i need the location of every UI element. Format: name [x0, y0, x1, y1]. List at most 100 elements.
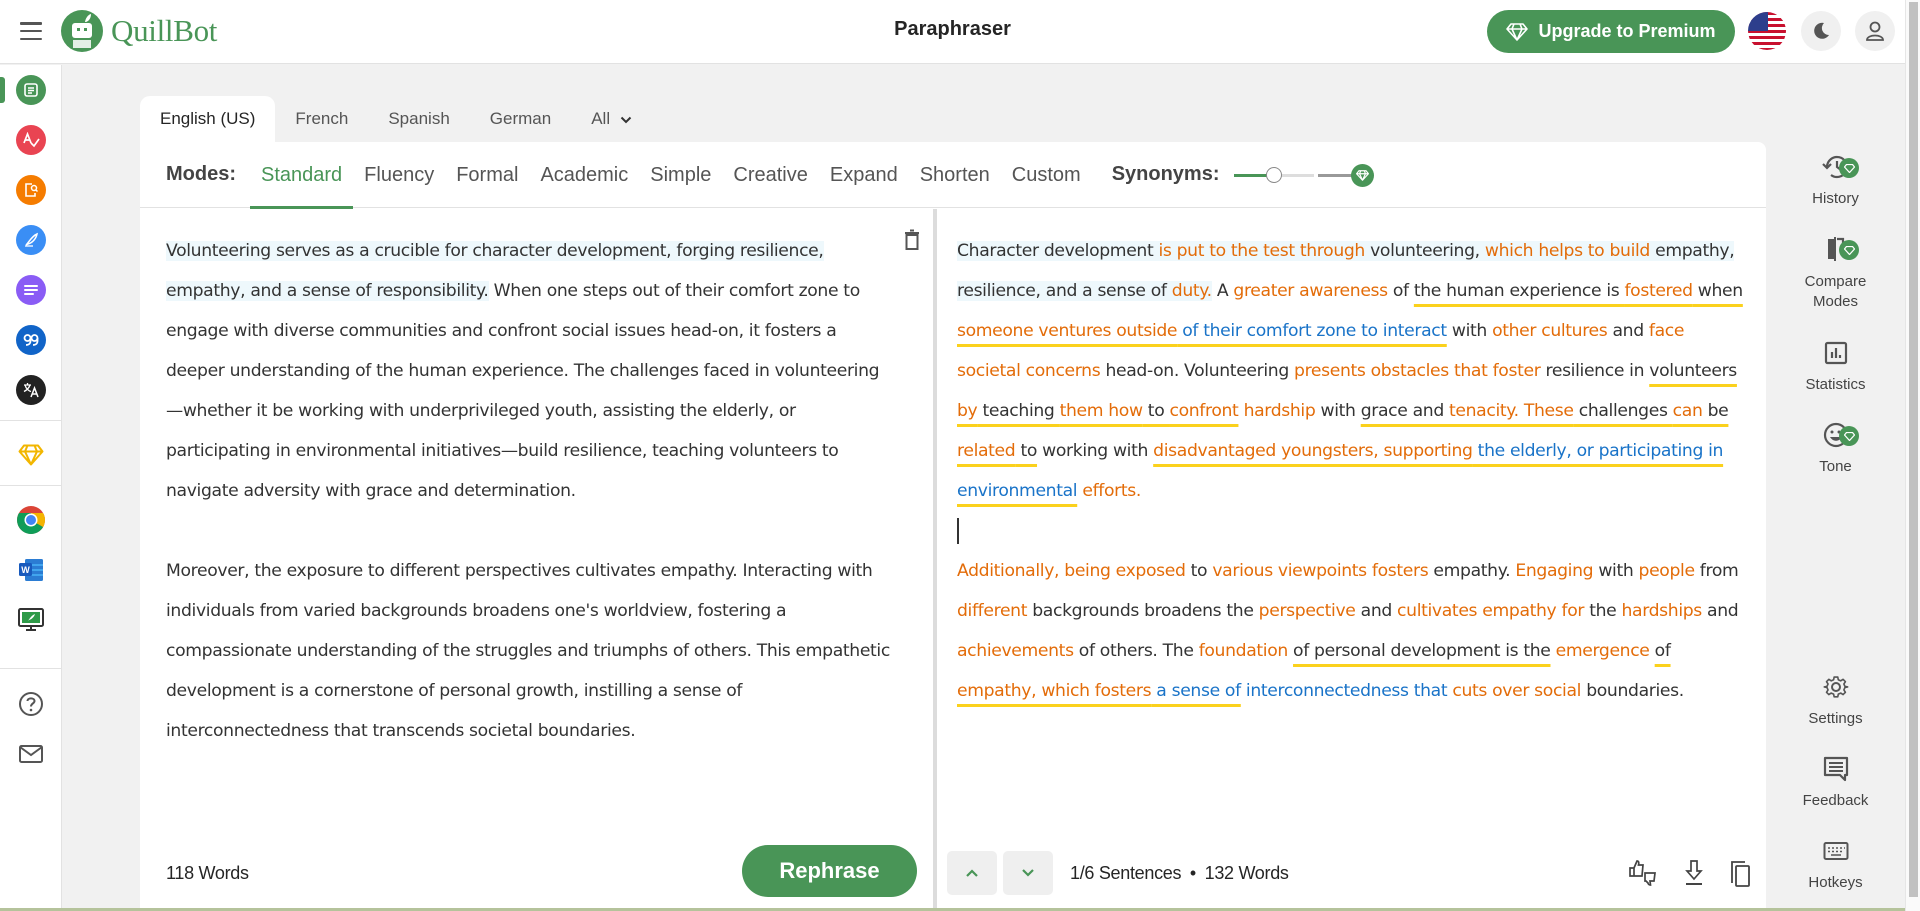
changed-word[interactable]: hardship [1244, 401, 1316, 421]
changed-word[interactable]: emergence [1556, 641, 1650, 661]
changed-word[interactable]: perspective [1259, 601, 1356, 621]
tool-tone[interactable]: Tone [1766, 420, 1905, 475]
output-paragraph[interactable]: Character development is put to the test… [957, 231, 1747, 511]
sidebar-item-translator[interactable] [16, 375, 46, 405]
changed-word[interactable]: different [957, 601, 1027, 621]
mode-fluency[interactable]: Fluency [353, 142, 445, 208]
sidebar-item-citation-generator[interactable] [16, 325, 46, 355]
editor-panels: Modes: Standard Fluency Formal Academic … [140, 142, 1766, 911]
changed-word[interactable]: foundation [1199, 641, 1289, 661]
rephrase-button[interactable]: Rephrase [742, 845, 917, 897]
changed-word[interactable]: which helps to build [1484, 241, 1650, 261]
synonyms-slider[interactable] [1233, 160, 1374, 190]
structural-change[interactable]: a sense of [1151, 681, 1241, 701]
sidebar-item-premium[interactable] [16, 440, 46, 470]
sidebar-item-chrome-extension[interactable] [16, 505, 46, 535]
sidebar-item-summarizer[interactable] [16, 275, 46, 305]
sidebar-item-desktop-app[interactable] [16, 605, 46, 635]
rate-paraphrase-button[interactable] [1628, 859, 1660, 892]
diamond-icon [1506, 22, 1529, 41]
changed-word[interactable]: other cultures [1492, 321, 1608, 341]
premium-badge-icon [1839, 158, 1859, 178]
chevron-down-icon [1022, 869, 1034, 877]
input-paragraph[interactable]: Moreover, the exposure to different pers… [166, 551, 896, 751]
export-button[interactable] [1683, 859, 1705, 892]
changed-word[interactable]: disadvantaged youngsters, supporting [1153, 441, 1473, 461]
mode-formal[interactable]: Formal [445, 142, 529, 208]
upgrade-to-premium-button[interactable]: Upgrade to Premium [1487, 10, 1735, 53]
tool-history[interactable]: History [1766, 152, 1905, 207]
tab-french[interactable]: French [275, 96, 368, 142]
changed-word[interactable]: Additionally, being exposed [957, 561, 1186, 581]
sidebar-item-grammar-checker[interactable] [16, 125, 46, 155]
page-scrollbar[interactable] [1905, 0, 1920, 911]
us-flag-language-icon[interactable] [1748, 12, 1786, 50]
next-sentence-button[interactable] [1003, 851, 1053, 895]
changed-word[interactable]: by [957, 401, 978, 421]
tab-german[interactable]: German [470, 96, 571, 142]
changed-word[interactable]: various viewpoints fosters [1212, 561, 1428, 581]
changed-word[interactable]: efforts. [1082, 481, 1141, 501]
changed-word[interactable]: hardships [1621, 601, 1702, 621]
microsoft-word-icon: W [19, 559, 43, 581]
chevron-up-icon [966, 869, 978, 877]
output-word-count: 132 Words [1204, 863, 1289, 883]
copy-button[interactable] [1728, 859, 1752, 894]
mode-simple[interactable]: Simple [639, 142, 722, 208]
dark-mode-toggle[interactable] [1801, 11, 1841, 51]
output-text[interactable]: Character development is put to the test… [957, 231, 1747, 751]
changed-word[interactable]: people [1639, 561, 1696, 581]
previous-sentence-button[interactable] [947, 851, 997, 895]
changed-word[interactable]: someone ventures outside [957, 321, 1178, 341]
tab-all-languages-dropdown[interactable]: All [571, 96, 652, 142]
tab-spanish[interactable]: Spanish [368, 96, 469, 142]
paraphraser-card: English (US) French Spanish German All M… [140, 96, 1766, 911]
changed-word[interactable]: confront [1169, 401, 1238, 421]
output-segment: resilience in [1540, 361, 1650, 381]
input-text-editor[interactable]: Volunteering serves as a crucible for ch… [166, 231, 896, 791]
changed-word[interactable]: cuts over social [1452, 681, 1581, 701]
tool-feedback[interactable]: Feedback [1766, 754, 1905, 809]
changed-word[interactable]: fostered [1624, 281, 1693, 301]
changed-word[interactable]: Engaging [1515, 561, 1593, 581]
selected-sentence[interactable]: Volunteering serves as a crucible for ch… [166, 241, 824, 301]
changed-word[interactable]: them how [1060, 401, 1143, 421]
mode-shorten[interactable]: Shorten [909, 142, 1001, 208]
changed-word[interactable]: empathy, which fosters [957, 681, 1152, 701]
mode-expand[interactable]: Expand [819, 142, 909, 208]
sidebar-item-contact[interactable] [16, 739, 46, 769]
tool-compare-modes[interactable]: Compare Modes [1766, 234, 1905, 312]
account-button[interactable] [1855, 11, 1895, 51]
changed-word[interactable]: cultivates empathy for [1397, 601, 1584, 621]
mode-academic[interactable]: Academic [529, 142, 639, 208]
output-paragraph[interactable]: Additionally, being exposed to various v… [957, 551, 1747, 711]
structural-change[interactable]: interconnectedness that [1241, 681, 1448, 701]
changed-word[interactable]: presents obstacles that foster [1294, 361, 1541, 381]
changed-word[interactable]: related [957, 441, 1016, 461]
tool-statistics[interactable]: Statistics [1766, 338, 1905, 393]
structural-change[interactable]: of their comfort zone to interact [1177, 321, 1447, 341]
grammar-check-icon [23, 132, 40, 148]
changed-word[interactable]: duty. [1171, 281, 1212, 301]
changed-word[interactable]: greater awareness [1233, 281, 1388, 301]
changed-word[interactable]: can [1673, 401, 1703, 421]
delete-text-button[interactable] [903, 229, 921, 256]
changed-word[interactable]: achievements [957, 641, 1074, 661]
text-cursor [957, 518, 959, 544]
mode-creative[interactable]: Creative [722, 142, 818, 208]
sidebar-item-ai-detector[interactable] [16, 175, 46, 205]
sidebar-item-paraphraser[interactable] [16, 75, 46, 105]
sidebar-item-ai-humanizer[interactable] [16, 225, 46, 255]
tab-english-us[interactable]: English (US) [140, 96, 276, 142]
sidebar-item-word-addin[interactable]: W [16, 555, 46, 585]
changed-word[interactable]: tenacity. These [1449, 401, 1574, 421]
synonyms-slider-handle[interactable] [1265, 166, 1282, 183]
tool-settings[interactable]: Settings [1766, 672, 1905, 727]
mode-custom[interactable]: Custom [1001, 142, 1092, 208]
mode-standard[interactable]: Standard [250, 142, 354, 209]
tool-hotkeys[interactable]: Hotkeys [1766, 836, 1905, 891]
input-paragraph[interactable]: Volunteering serves as a crucible for ch… [166, 231, 896, 511]
changed-word[interactable]: is put to the test through [1158, 241, 1365, 261]
sidebar-item-help[interactable] [16, 689, 46, 719]
empty-line [957, 511, 1747, 551]
